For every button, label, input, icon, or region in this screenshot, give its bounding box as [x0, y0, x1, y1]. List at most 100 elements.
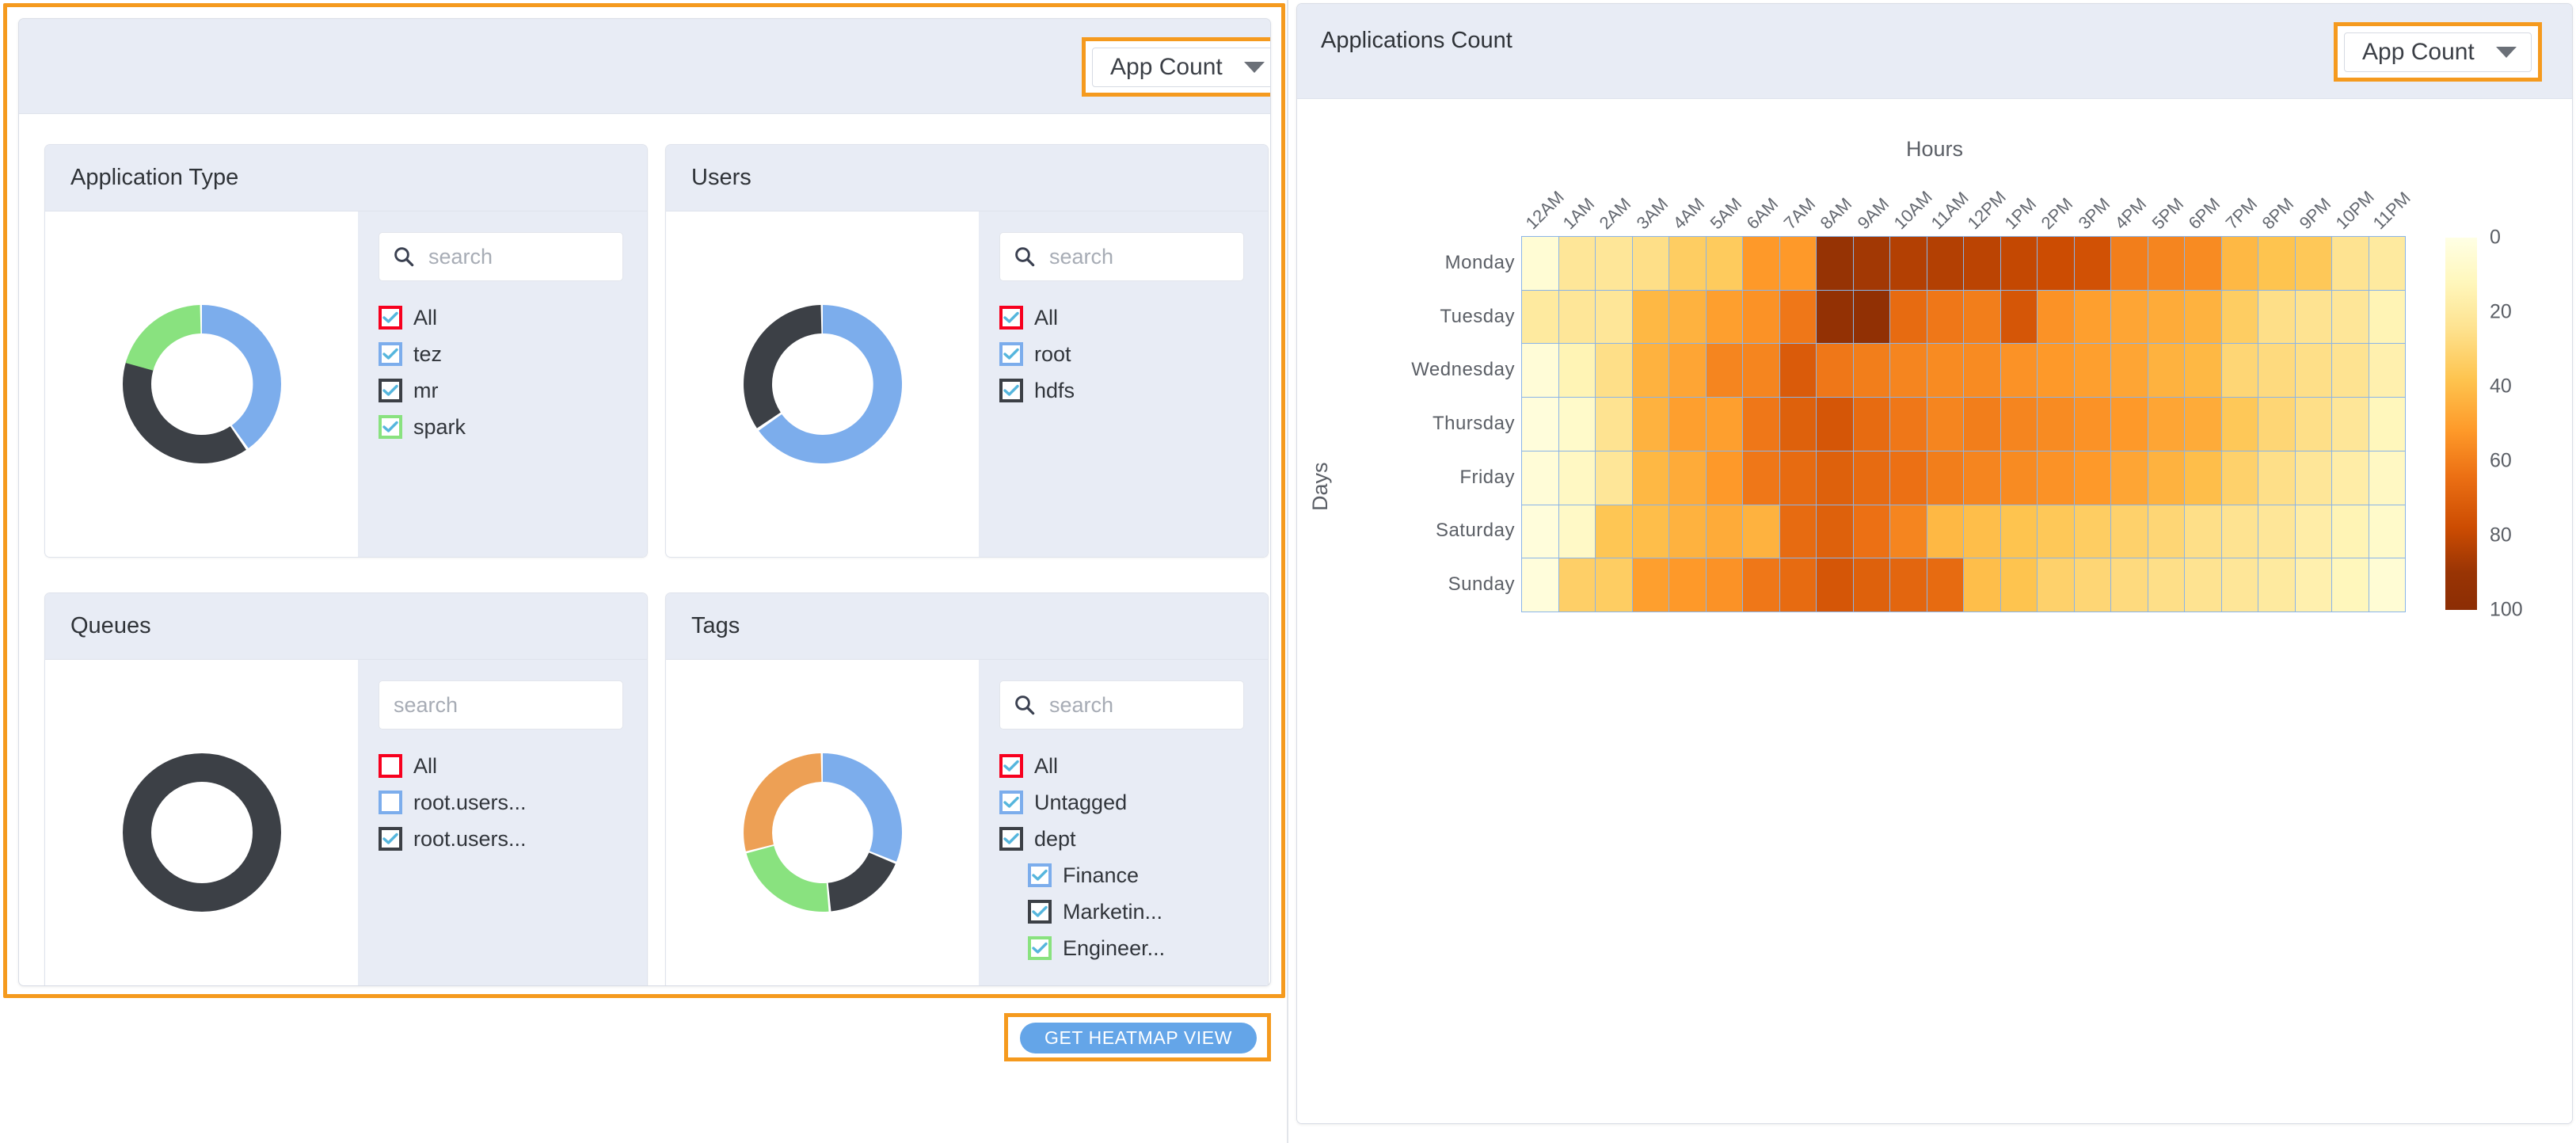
- heatmap-cell[interactable]: [2258, 504, 2296, 559]
- list-item[interactable]: All: [999, 749, 1244, 783]
- heatmap-cell[interactable]: [1595, 504, 1633, 559]
- heatmap-cell[interactable]: [1631, 558, 1669, 612]
- heatmap-cell[interactable]: [2073, 236, 2111, 291]
- heatmap-cell[interactable]: [2368, 558, 2406, 612]
- heatmap-cell[interactable]: [1742, 236, 1780, 291]
- heatmap-cell[interactable]: [1521, 504, 1559, 559]
- heatmap-cell[interactable]: [1558, 397, 1596, 451]
- heatmap-cell[interactable]: [2184, 558, 2222, 612]
- heatmap-cell[interactable]: [1779, 558, 1817, 612]
- heatmap-cell[interactable]: [2220, 397, 2258, 451]
- heatmap-cell[interactable]: [1631, 450, 1669, 505]
- right-metric-dropdown[interactable]: App Count: [2344, 32, 2532, 72]
- heatmap-cell[interactable]: [1705, 343, 1743, 398]
- heatmap-cell[interactable]: [2294, 558, 2332, 612]
- heatmap-cell[interactable]: [2000, 289, 2038, 345]
- checkbox-icon[interactable]: [999, 342, 1023, 366]
- heatmap-cell[interactable]: [1889, 504, 1927, 559]
- heatmap-cell[interactable]: [1705, 289, 1743, 345]
- heatmap-cell[interactable]: [1889, 289, 1927, 345]
- heatmap-cell[interactable]: [1889, 397, 1927, 451]
- heatmap-cell[interactable]: [2037, 236, 2075, 291]
- heatmap-cell[interactable]: [2184, 289, 2222, 345]
- heatmap-cell[interactable]: [2037, 558, 2075, 612]
- heatmap-cell[interactable]: [1963, 289, 2001, 345]
- heatmap-cell[interactable]: [2294, 289, 2332, 345]
- list-item[interactable]: hdfs: [999, 373, 1244, 408]
- checkbox-icon[interactable]: [999, 754, 1023, 778]
- heatmap-cell[interactable]: [1669, 450, 1707, 505]
- heatmap-cell[interactable]: [1926, 450, 1964, 505]
- heatmap-cell[interactable]: [2220, 558, 2258, 612]
- heatmap-cell[interactable]: [2368, 289, 2406, 345]
- heatmap-cell[interactable]: [2110, 343, 2148, 398]
- heatmap-cell[interactable]: [1521, 558, 1559, 612]
- heatmap-cell[interactable]: [1631, 343, 1669, 398]
- heatmap-cell[interactable]: [2110, 397, 2148, 451]
- heatmap-cell[interactable]: [2331, 289, 2369, 345]
- heatmap-cell[interactable]: [2294, 504, 2332, 559]
- list-item[interactable]: Marketin...: [999, 894, 1244, 929]
- heatmap-cell[interactable]: [1521, 343, 1559, 398]
- heatmap-cell[interactable]: [2147, 343, 2185, 398]
- heatmap-cell[interactable]: [1816, 558, 1854, 612]
- list-item[interactable]: All: [379, 749, 623, 783]
- heatmap-cell[interactable]: [1558, 558, 1596, 612]
- heatmap-cell[interactable]: [1779, 450, 1817, 505]
- heatmap-cell[interactable]: [2258, 343, 2296, 398]
- heatmap-cell[interactable]: [1852, 289, 1890, 345]
- heatmap-cell[interactable]: [1705, 558, 1743, 612]
- heatmap-cell[interactable]: [2368, 397, 2406, 451]
- checkbox-icon[interactable]: [999, 306, 1023, 330]
- heatmap-cell[interactable]: [2331, 397, 2369, 451]
- heatmap-cell[interactable]: [2000, 343, 2038, 398]
- heatmap-cell[interactable]: [1631, 504, 1669, 559]
- heatmap-cell[interactable]: [1816, 450, 1854, 505]
- heatmap-cell[interactable]: [2000, 558, 2038, 612]
- heatmap-cell[interactable]: [2147, 558, 2185, 612]
- heatmap-cell[interactable]: [2331, 450, 2369, 505]
- heatmap-cell[interactable]: [2220, 504, 2258, 559]
- heatmap-cell[interactable]: [2258, 397, 2296, 451]
- heatmap-cell[interactable]: [2294, 397, 2332, 451]
- checkbox-icon[interactable]: [1028, 900, 1052, 924]
- heatmap-cell[interactable]: [1779, 289, 1817, 345]
- heatmap-cell[interactable]: [2073, 343, 2111, 398]
- heatmap-cell[interactable]: [2368, 504, 2406, 559]
- heatmap-cell[interactable]: [1742, 289, 1780, 345]
- heatmap-cell[interactable]: [1852, 397, 1890, 451]
- heatmap-cell[interactable]: [2000, 236, 2038, 291]
- search-input-application-type[interactable]: [427, 243, 610, 270]
- heatmap-cell[interactable]: [2331, 343, 2369, 398]
- heatmap-cell[interactable]: [2331, 558, 2369, 612]
- checkbox-icon[interactable]: [379, 415, 402, 439]
- heatmap-cell[interactable]: [1889, 558, 1927, 612]
- heatmap-cell[interactable]: [2073, 558, 2111, 612]
- heatmap-cell[interactable]: [2000, 504, 2038, 559]
- heatmap-cell[interactable]: [1669, 558, 1707, 612]
- heatmap-cell[interactable]: [1669, 397, 1707, 451]
- list-item[interactable]: root: [999, 337, 1244, 371]
- heatmap-cell[interactable]: [2258, 558, 2296, 612]
- heatmap-cell[interactable]: [1963, 558, 2001, 612]
- heatmap-cell[interactable]: [1779, 236, 1817, 291]
- heatmap-cell[interactable]: [2184, 343, 2222, 398]
- heatmap-cell[interactable]: [1779, 397, 1817, 451]
- heatmap-cell[interactable]: [1963, 343, 2001, 398]
- list-item[interactable]: root.users...: [379, 821, 623, 856]
- heatmap-cell[interactable]: [1631, 397, 1669, 451]
- search-input-users[interactable]: [1048, 243, 1231, 270]
- heatmap-cell[interactable]: [2368, 236, 2406, 291]
- checkbox-icon[interactable]: [1028, 863, 1052, 887]
- heatmap-cell[interactable]: [2258, 236, 2296, 291]
- heatmap-cell[interactable]: [2294, 450, 2332, 505]
- checkbox-icon[interactable]: [379, 306, 402, 330]
- search-box-application-type[interactable]: [379, 232, 623, 281]
- heatmap-cell[interactable]: [1521, 289, 1559, 345]
- heatmap-cell[interactable]: [2037, 343, 2075, 398]
- heatmap-cell[interactable]: [1521, 236, 1559, 291]
- heatmap-cell[interactable]: [2258, 289, 2296, 345]
- list-item[interactable]: root.users...: [379, 785, 623, 820]
- heatmap-cell[interactable]: [2110, 289, 2148, 345]
- heatmap-cell[interactable]: [2331, 504, 2369, 559]
